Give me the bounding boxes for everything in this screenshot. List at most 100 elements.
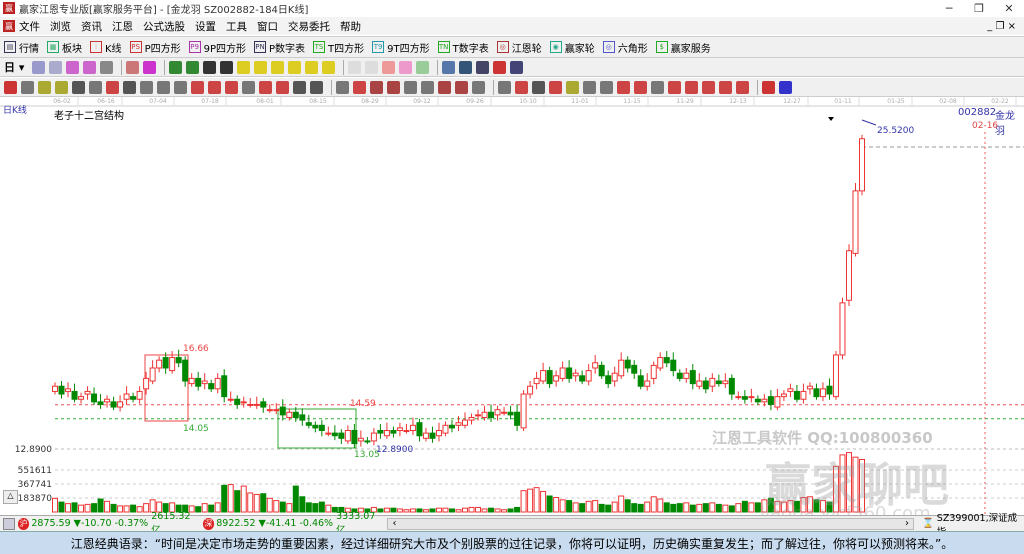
move-right-icon[interactable]: [322, 60, 336, 74]
scroll-left-button[interactable]: ‹: [392, 518, 396, 529]
gt-icon[interactable]: [736, 80, 749, 94]
toolbar-button-winner-wheel[interactable]: ◉ 赢家轮: [549, 40, 595, 55]
fib-icon[interactable]: [72, 80, 85, 94]
shrink-icon[interactable]: [288, 60, 302, 74]
parallel-icon[interactable]: [140, 80, 153, 94]
pen-icon[interactable]: [4, 80, 17, 94]
toolbar-button-dollar[interactable]: $ 赢家服务: [655, 40, 711, 55]
prev-icon[interactable]: [203, 60, 217, 74]
scroll-right-button[interactable]: ›: [905, 518, 909, 529]
app-menu-icon[interactable]: 赢: [3, 20, 15, 32]
menu-item-4[interactable]: 公式选股: [143, 19, 185, 34]
hline-icon[interactable]: [21, 80, 34, 94]
box3-icon[interactable]: [455, 80, 468, 94]
maximize-button[interactable]: ❐: [964, 2, 994, 15]
toolbar-button-9t-square[interactable]: T9 9T四方形: [372, 40, 430, 55]
toolbar-button-t-number-table[interactable]: TN T数字表: [437, 40, 489, 55]
menu-item-9[interactable]: 帮助: [340, 19, 361, 34]
last-icon[interactable]: [186, 60, 200, 74]
menu-item-3[interactable]: 江恩: [112, 19, 133, 34]
menu-item-8[interactable]: 交易委托: [288, 19, 330, 34]
ne-icon[interactable]: [685, 80, 698, 94]
font-icon[interactable]: [600, 80, 613, 94]
indicator-a-icon[interactable]: [66, 60, 80, 74]
notes-icon[interactable]: [49, 60, 63, 74]
indicator-b-icon[interactable]: [83, 60, 97, 74]
square-icon[interactable]: [370, 80, 383, 94]
candle-icon[interactable]: [100, 60, 114, 74]
save-icon[interactable]: [493, 60, 507, 74]
gann-fan-icon[interactable]: [38, 80, 51, 94]
zoom-out-icon[interactable]: [254, 60, 268, 74]
coin-icon[interactable]: [566, 80, 579, 94]
down-icon[interactable]: [634, 80, 647, 94]
restore-icon[interactable]: [126, 60, 140, 74]
eq-icon[interactable]: [583, 80, 596, 94]
arc-icon[interactable]: [106, 80, 119, 94]
mdi-window-controls[interactable]: _ ❐ ×: [987, 21, 1016, 32]
target-icon[interactable]: [191, 80, 204, 94]
toolbar-button-sector[interactable]: ▦ 板块: [47, 40, 82, 55]
star-icon[interactable]: [208, 80, 221, 94]
toolbar-button-hexagon[interactable]: ◎ 六角形: [602, 40, 648, 55]
collapse-volume-button[interactable]: △: [3, 490, 18, 504]
le-icon[interactable]: [651, 80, 664, 94]
toolbar-button-p-number-table[interactable]: PN P数字表: [254, 40, 305, 55]
toolbar-button-p-square[interactable]: PS P四方形: [129, 40, 181, 55]
fan2-icon[interactable]: [353, 80, 366, 94]
box2-icon[interactable]: [438, 80, 451, 94]
vline-icon[interactable]: [336, 80, 349, 94]
wave-icon[interactable]: [421, 80, 434, 94]
toolbar-button-gann-wheel[interactable]: ◎ 江恩轮: [496, 40, 542, 55]
percent-icon[interactable]: [532, 80, 545, 94]
lt-icon[interactable]: [719, 80, 732, 94]
ruler-icon[interactable]: [242, 80, 255, 94]
menu-item-0[interactable]: 文件: [19, 19, 40, 34]
text-icon[interactable]: [399, 60, 413, 74]
square2-icon[interactable]: [387, 80, 400, 94]
toolbar-button-t-square[interactable]: TS T四方形: [313, 40, 364, 55]
menu-item-6[interactable]: 工具: [226, 19, 247, 34]
flag-icon[interactable]: [143, 60, 157, 74]
calendar-icon[interactable]: [442, 60, 456, 74]
toolbar-button-quote[interactable]: ▤ 行情: [4, 40, 39, 55]
chart-type-icon[interactable]: [32, 60, 46, 74]
bars-icon[interactable]: [259, 80, 272, 94]
zoom-in-icon[interactable]: [237, 60, 251, 74]
menu-item-1[interactable]: 浏览: [50, 19, 71, 34]
move-left-icon[interactable]: [305, 60, 319, 74]
hand-icon[interactable]: [348, 60, 362, 74]
stats-icon[interactable]: [416, 60, 430, 74]
next-icon[interactable]: [220, 60, 234, 74]
calculator-icon[interactable]: [3, 517, 15, 530]
grid-icon[interactable]: [276, 80, 289, 94]
angle-icon[interactable]: [174, 80, 187, 94]
period-select[interactable]: 日 ▾: [4, 59, 24, 75]
up-icon[interactable]: [617, 80, 630, 94]
toolbar-button-kline[interactable]: ⫶ K线: [90, 40, 122, 55]
infinity-icon[interactable]: [779, 80, 792, 94]
report-icon[interactable]: [476, 60, 490, 74]
angle2-icon[interactable]: [404, 80, 417, 94]
percent-red-icon[interactable]: [515, 80, 528, 94]
menu-item-7[interactable]: 窗口: [257, 19, 278, 34]
minimize-button[interactable]: ─: [934, 2, 964, 15]
color-icon[interactable]: [762, 80, 775, 94]
expand-icon[interactable]: [271, 60, 285, 74]
approx-icon[interactable]: [702, 80, 715, 94]
list-icon[interactable]: [498, 80, 511, 94]
circle-icon[interactable]: [123, 80, 136, 94]
speed-icon[interactable]: [157, 80, 170, 94]
period-icon[interactable]: [293, 80, 306, 94]
cycle-icon[interactable]: [89, 80, 102, 94]
menu-item-2[interactable]: 资讯: [81, 19, 102, 34]
close-button[interactable]: ✕: [994, 2, 1024, 15]
gann-grid-icon[interactable]: [55, 80, 68, 94]
menu-item-5[interactable]: 设置: [195, 19, 216, 34]
ticker-scrollbar[interactable]: ‹ ›: [387, 517, 914, 530]
span-icon[interactable]: [310, 80, 323, 94]
first-icon[interactable]: [169, 60, 183, 74]
crosshair-icon[interactable]: [365, 60, 379, 74]
box-icon[interactable]: [225, 80, 238, 94]
network-icon[interactable]: [510, 60, 524, 74]
